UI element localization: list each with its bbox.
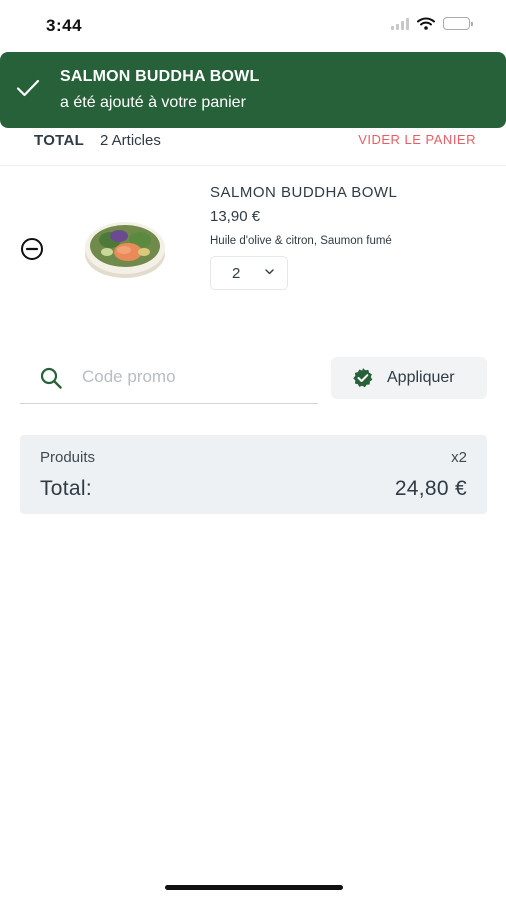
products-label: Produits bbox=[40, 449, 96, 466]
added-to-cart-toast[interactable]: SALMON BUDDHA BOWL a été ajouté à votre … bbox=[0, 52, 506, 128]
chevron-down-icon bbox=[265, 269, 274, 275]
promo-code-field[interactable] bbox=[20, 354, 318, 404]
cart-total-label: TOTAL bbox=[34, 132, 85, 149]
search-icon bbox=[40, 367, 62, 389]
minus-circle-icon[interactable] bbox=[20, 237, 44, 261]
product-name[interactable]: SALMON BUDDHA BOWL bbox=[210, 184, 397, 201]
apply-promo-button[interactable]: Appliquer bbox=[331, 357, 487, 399]
apply-promo-label: Appliquer bbox=[387, 369, 455, 386]
products-quantity: x2 bbox=[451, 449, 467, 466]
toast-title: SALMON BUDDHA BOWL bbox=[60, 68, 260, 85]
product-price: 13,90 € bbox=[210, 208, 261, 225]
wifi-icon bbox=[417, 17, 435, 30]
quantity-select[interactable]: 2 bbox=[210, 256, 288, 290]
cart-header: TOTAL 2 Articles VIDER LE PANIER bbox=[0, 128, 506, 166]
articles-count: 2 Articles bbox=[100, 132, 161, 149]
order-summary: Produits x2 Total: 24,80 € bbox=[20, 435, 487, 514]
summary-total-label: Total: bbox=[40, 477, 92, 500]
product-image bbox=[85, 222, 165, 278]
home-indicator[interactable] bbox=[165, 885, 343, 890]
status-bar: 3:44 bbox=[0, 0, 506, 50]
battery-icon bbox=[443, 17, 473, 30]
signal-icon bbox=[391, 17, 409, 30]
summary-total-amount: 24,80 € bbox=[394, 477, 467, 500]
product-options: Huile d'olive & citron, Saumon fumé bbox=[210, 235, 392, 247]
status-time: 3:44 bbox=[46, 16, 83, 35]
cart-item: SALMON BUDDHA BOWL 13,90 € Huile d'olive… bbox=[0, 172, 506, 312]
promo-code-input[interactable] bbox=[82, 364, 302, 390]
badge-check-icon bbox=[353, 368, 373, 388]
toast-message: a été ajouté à votre panier bbox=[60, 94, 246, 111]
quantity-value: 2 bbox=[232, 265, 241, 282]
clear-cart-button[interactable]: VIDER LE PANIER bbox=[358, 132, 476, 147]
check-icon bbox=[16, 79, 40, 97]
status-icons bbox=[391, 17, 473, 30]
